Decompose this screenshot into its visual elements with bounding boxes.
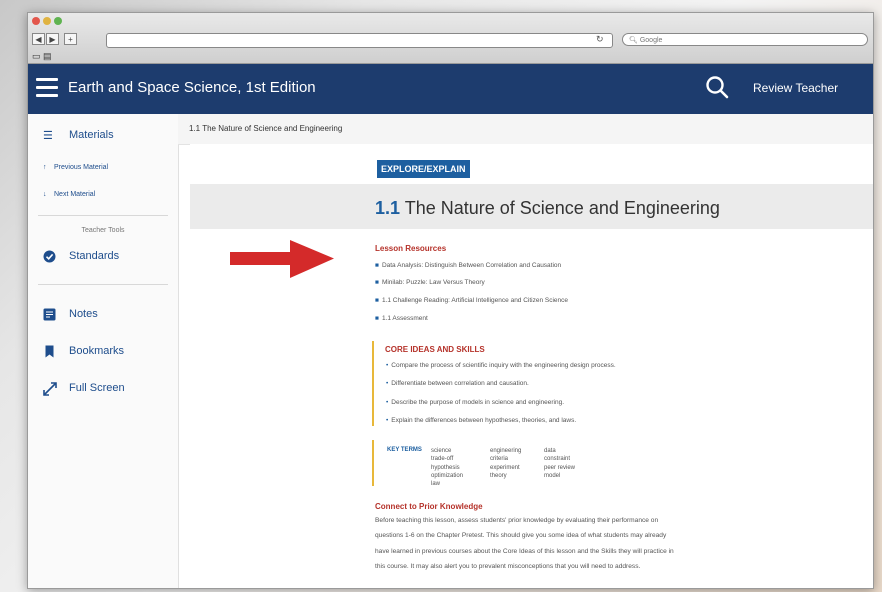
key-term: theory [490, 472, 507, 479]
connect-prior-knowledge-title: Connect to Prior Knowledge [375, 502, 483, 511]
hamburger-menu-icon[interactable] [36, 78, 58, 97]
browser-toolbar: ◀ ▶ + ↻ 🔍︎ Google ▭ ▤ [28, 13, 873, 64]
list-item: • Describe the purpose of models in scien… [386, 399, 564, 406]
back-arrow-icon[interactable]: ◀ [32, 33, 45, 45]
add-tab-icon[interactable]: + [64, 33, 77, 45]
list-item[interactable]: ■ Data Analysis: Distinguish Between Corr… [375, 262, 561, 269]
previous-material-label: Previous Material [54, 164, 109, 171]
search-field[interactable]: 🔍︎ Google [622, 33, 868, 46]
key-term: peer review [544, 464, 576, 471]
list-item: • Differentiate between correlation and c… [386, 380, 529, 387]
explore-explain-badge: EXPLORE/EXPLAIN [377, 160, 470, 178]
key-terms-label: KEY TERMS [387, 447, 422, 453]
list-item[interactable]: ■ Minilab: Puzzle: Law Versus Theory [375, 279, 485, 286]
key-terms-column-2: engineering criteria experiment theory [490, 447, 521, 480]
materials-label: Materials [69, 129, 114, 141]
key-term: engineering [490, 448, 522, 454]
app-header: Earth and Space Science, 1st Edition Rev… [28, 64, 873, 114]
key-terms-column-1: science trade-off hypothesis optimizatio… [431, 447, 463, 488]
next-material-label: Next Material [54, 191, 96, 198]
key-term: optimization [431, 472, 464, 479]
reload-icon[interactable]: ↻ [596, 33, 604, 46]
key-term: science [431, 448, 452, 454]
lesson-heading: 1.1 The Nature of Science and Engineerin… [375, 198, 720, 219]
bookmark-bar-icons[interactable]: ▭ ▤ [32, 51, 52, 62]
app-title: Earth and Space Science, 1st Edition [68, 79, 316, 96]
close-window-button[interactable] [32, 17, 40, 25]
key-terms-column-3: data constraint peer review model [544, 447, 575, 480]
key-term: hypothesis [431, 464, 460, 471]
list-icon: ☰ [43, 130, 53, 142]
check-badge-icon [43, 250, 56, 263]
address-bar[interactable] [106, 33, 613, 48]
review-teacher-link[interactable]: Review Teacher [753, 81, 838, 95]
core-ideas-accent-bar [372, 341, 374, 426]
key-term: data [544, 448, 556, 454]
search-placeholder: Google [639, 37, 663, 44]
breadcrumb: 1.1 The Nature of Science and Engineerin… [178, 114, 873, 145]
divider [38, 284, 168, 285]
lesson-content: EXPLORE/EXPLAIN 1.1 The Nature of Scienc… [190, 144, 873, 588]
list-item: • Compare the process of scientific inqui… [386, 362, 616, 369]
arrow-up-icon: ↑ [43, 164, 47, 171]
lesson-resources-title: Lesson Resources [375, 244, 447, 253]
zoom-window-button[interactable] [54, 17, 62, 25]
key-term: criteria [490, 456, 509, 463]
key-term: trade-off [431, 456, 454, 463]
minimize-window-button[interactable] [43, 17, 51, 25]
key-term: constraint [544, 456, 571, 463]
list-item[interactable]: ■ 1.1 Assessment [375, 315, 428, 322]
arrow-down-icon: ↓ [43, 191, 47, 198]
connect-paragraph: Before teaching this lesson, assess stud… [375, 517, 674, 570]
divider [38, 215, 168, 216]
teacher-tools-heading: Teacher Tools [81, 227, 125, 234]
bookmark-icon [45, 345, 54, 358]
full-screen-label: Full Screen [69, 382, 125, 394]
bookmarks-label: Bookmarks [69, 345, 125, 357]
red-pointer-arrow [230, 240, 334, 278]
key-term: law [431, 481, 441, 488]
note-icon [43, 308, 56, 321]
heading-band: 1.1 The Nature of Science and Engineerin… [190, 184, 873, 229]
search-icon[interactable] [704, 74, 730, 100]
standards-label: Standards [69, 250, 120, 262]
heading-text: The Nature of Science and Engineering [404, 198, 720, 218]
expand-icon [43, 382, 57, 396]
sidebar: ☰ Materials ↑ Previous Material ↓ Next M… [28, 114, 179, 588]
heading-number: 1.1 [375, 198, 401, 218]
forward-arrow-icon[interactable]: ▶ [46, 33, 59, 45]
browser-window: ◀ ▶ + ↻ 🔍︎ Google ▭ ▤ Earth and Space Sc… [27, 12, 874, 589]
core-ideas-title: CORE IDEAS AND SKILLS [385, 345, 485, 354]
notes-label: Notes [69, 308, 98, 320]
key-terms-accent-bar [372, 440, 374, 486]
magnifier-icon: 🔍︎ [629, 37, 638, 44]
list-item: • Explain the differences between hypothe… [386, 417, 577, 424]
key-term: model [544, 472, 561, 479]
breadcrumb-text: 1.1 The Nature of Science and Engineerin… [189, 124, 343, 133]
list-item[interactable]: ■ 1.1 Challenge Reading: Artificial Intel… [375, 297, 568, 304]
key-term: experiment [490, 464, 520, 471]
